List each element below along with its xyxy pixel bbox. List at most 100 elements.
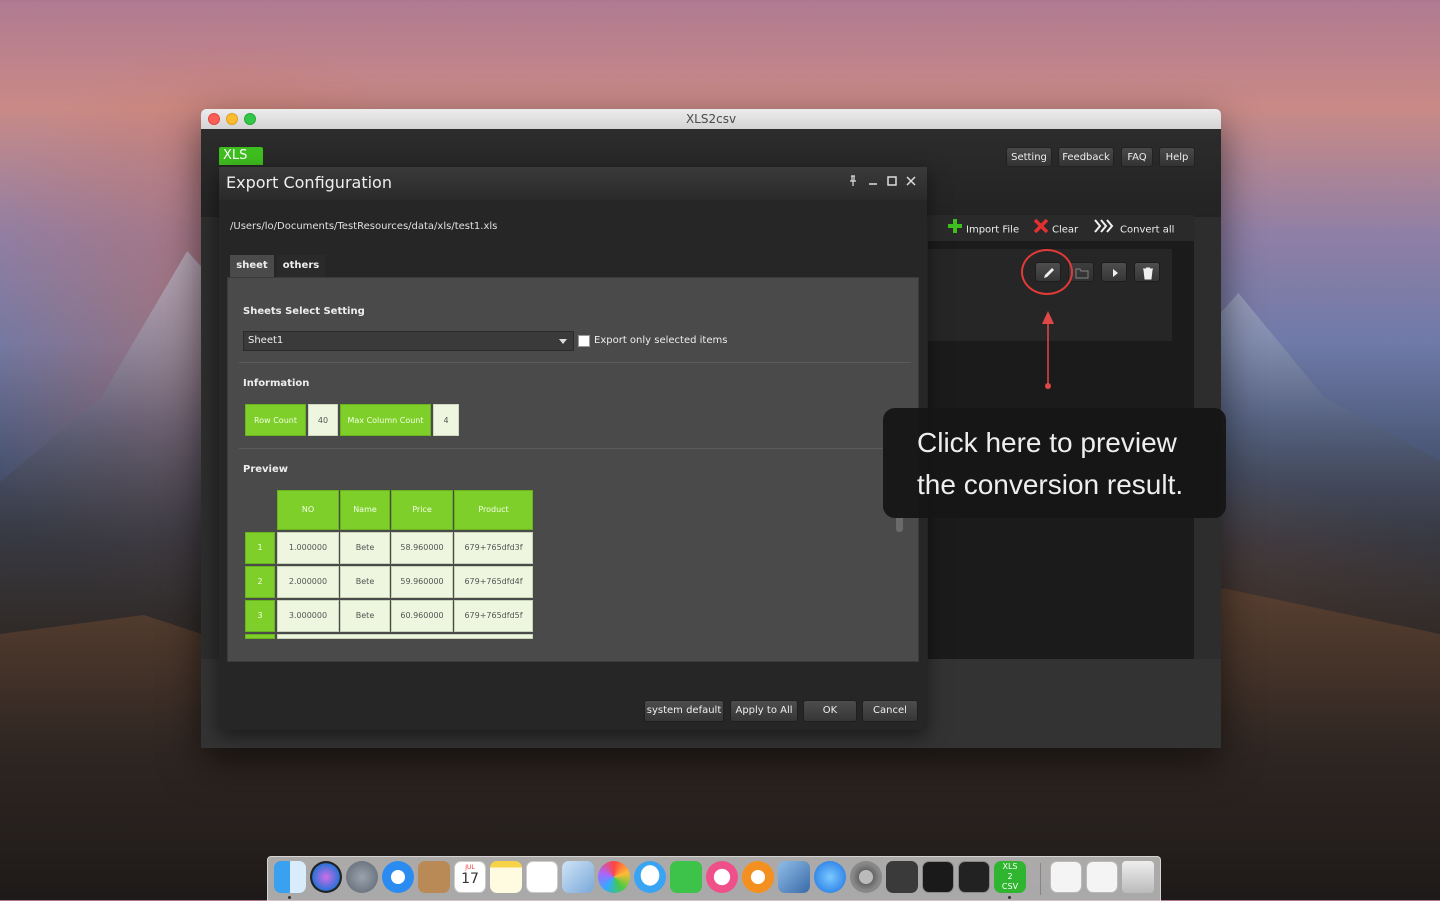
setting-button[interactable]: Setting <box>1006 147 1052 167</box>
clear-label: Clear <box>1052 224 1079 236</box>
plus-icon <box>948 219 962 240</box>
document-stack-icon[interactable] <box>1050 861 1082 893</box>
tab-sheet[interactable]: sheet <box>230 255 274 277</box>
folder-icon <box>1075 268 1089 279</box>
row-count-value: 40 <box>308 404 338 436</box>
dialog-header[interactable]: Export Configuration <box>219 167 927 200</box>
faq-button[interactable]: FAQ <box>1121 147 1153 167</box>
sheet-select[interactable]: Sheet1 <box>243 331 574 351</box>
delete-button[interactable] <box>1134 262 1160 282</box>
table-cell: 1.000000 <box>277 532 339 564</box>
system-preferences-icon[interactable] <box>850 861 882 893</box>
photos-icon[interactable] <box>598 861 630 893</box>
tooltip-line-1: Click here to preview <box>917 427 1177 458</box>
running-indicator <box>1008 896 1011 899</box>
max-column-count-label: Max Column Count <box>340 404 431 436</box>
divider <box>239 448 911 449</box>
table-row-partial <box>277 634 533 639</box>
x-icon <box>1033 218 1049 240</box>
title-bar[interactable]: XLS2csv <box>201 109 1221 130</box>
calendar-month: JUL <box>465 864 475 871</box>
row-number: 3 <box>245 600 275 632</box>
itunes-icon[interactable] <box>706 861 738 893</box>
file-path: /Users/lo/Documents/TestResources/data/x… <box>230 221 498 232</box>
maximize-icon[interactable] <box>885 175 899 189</box>
tab-others[interactable]: others <box>277 255 325 277</box>
siri-icon[interactable] <box>310 861 342 893</box>
activity-monitor-icon[interactable] <box>958 861 990 893</box>
preview-icon[interactable] <box>562 861 594 893</box>
calendar-icon[interactable]: JUL 17 <box>454 861 486 893</box>
table-cell: 3.000000 <box>277 600 339 632</box>
facetime-icon[interactable] <box>670 861 702 893</box>
preview2-icon[interactable] <box>778 861 810 893</box>
max-column-count-value: 4 <box>433 404 459 436</box>
convert-all-button[interactable]: Convert all <box>1094 219 1174 237</box>
apply-to-all-button[interactable]: Apply to All <box>730 700 798 722</box>
table-cell: 679+765dfd4f <box>454 566 533 598</box>
export-only-selected-checkbox[interactable] <box>578 335 590 347</box>
xls2csv-icon[interactable]: XLS 2 CSV <box>994 861 1026 893</box>
tooltip-callout: Click here to preview the conversion res… <box>883 408 1226 518</box>
table-cell: Bete <box>340 566 390 598</box>
sublime-icon[interactable] <box>886 861 918 893</box>
pin-icon[interactable] <box>846 175 860 189</box>
clear-button[interactable]: Clear <box>1033 218 1079 240</box>
ibooks-icon[interactable] <box>742 861 774 893</box>
sheet-select-value: Sheet1 <box>248 335 284 346</box>
export-configuration-dialog: Export Configuration /Users/lo/Documents… <box>219 167 927 730</box>
import-file-label: Import File <box>966 224 1020 236</box>
messages-icon[interactable] <box>634 861 666 893</box>
notes-icon[interactable] <box>490 861 522 893</box>
dock: JUL 17 XLS 2 CSV <box>267 856 1161 901</box>
chevron-down-icon <box>559 339 567 344</box>
table-cell: Bete <box>340 600 390 632</box>
safari-icon[interactable] <box>382 861 414 893</box>
column-header-no: NO <box>277 490 339 530</box>
chevrons-right-icon <box>1094 219 1116 240</box>
ok-button[interactable]: OK <box>803 700 857 722</box>
tooltip-text: Click here to preview the conversion res… <box>917 422 1217 506</box>
column-header-price: Price <box>391 490 453 530</box>
table-cell: 58.960000 <box>391 532 453 564</box>
dock-divider <box>1040 863 1041 895</box>
xls2csv-icon-mid: 2 <box>1007 872 1013 881</box>
feedback-button[interactable]: Feedback <box>1058 147 1114 167</box>
toolbar: Import File Clear Convert all <box>928 215 1194 241</box>
dialog-title: Export Configuration <box>226 173 392 192</box>
contacts-icon[interactable] <box>418 861 450 893</box>
terminal-icon[interactable] <box>922 861 954 893</box>
downloads-stack-icon[interactable] <box>1086 861 1118 893</box>
appstore-icon[interactable] <box>814 861 846 893</box>
column-header-product: Product <box>454 490 533 530</box>
table-cell: Bete <box>340 532 390 564</box>
minimize-icon[interactable] <box>866 175 880 189</box>
preview-heading: Preview <box>243 464 289 475</box>
xls2csv-icon-bottom: CSV <box>1001 882 1019 891</box>
cancel-button[interactable]: Cancel <box>862 700 918 722</box>
launchpad-icon[interactable] <box>346 861 378 893</box>
sheets-select-heading: Sheets Select Setting <box>243 306 365 317</box>
table-cell: 59.960000 <box>391 566 453 598</box>
row-number: 2 <box>245 566 275 598</box>
column-header-name: Name <box>340 490 390 530</box>
convert-button[interactable] <box>1101 262 1127 282</box>
table-cell: 2.000000 <box>277 566 339 598</box>
play-icon <box>1113 269 1118 277</box>
system-default-button[interactable]: system default <box>644 700 724 722</box>
convert-all-label: Convert all <box>1120 224 1175 236</box>
row-number: 1 <box>245 532 275 564</box>
highlight-circle <box>1021 249 1073 295</box>
table-cell: 679+765dfd5f <box>454 600 533 632</box>
trash-icon[interactable] <box>1122 861 1154 893</box>
finder-icon[interactable] <box>274 861 306 893</box>
import-file-button[interactable]: Import File <box>948 219 1019 237</box>
running-indicator <box>288 896 291 899</box>
window-title: XLS2csv <box>685 112 737 126</box>
help-button[interactable]: Help <box>1159 147 1195 167</box>
trash-icon <box>1143 267 1153 280</box>
close-icon[interactable] <box>904 175 918 189</box>
information-heading: Information <box>243 378 310 389</box>
sheet-tab-content: Sheets Select Setting Sheet1 Export only… <box>227 277 919 662</box>
reminders-icon[interactable] <box>526 861 558 893</box>
